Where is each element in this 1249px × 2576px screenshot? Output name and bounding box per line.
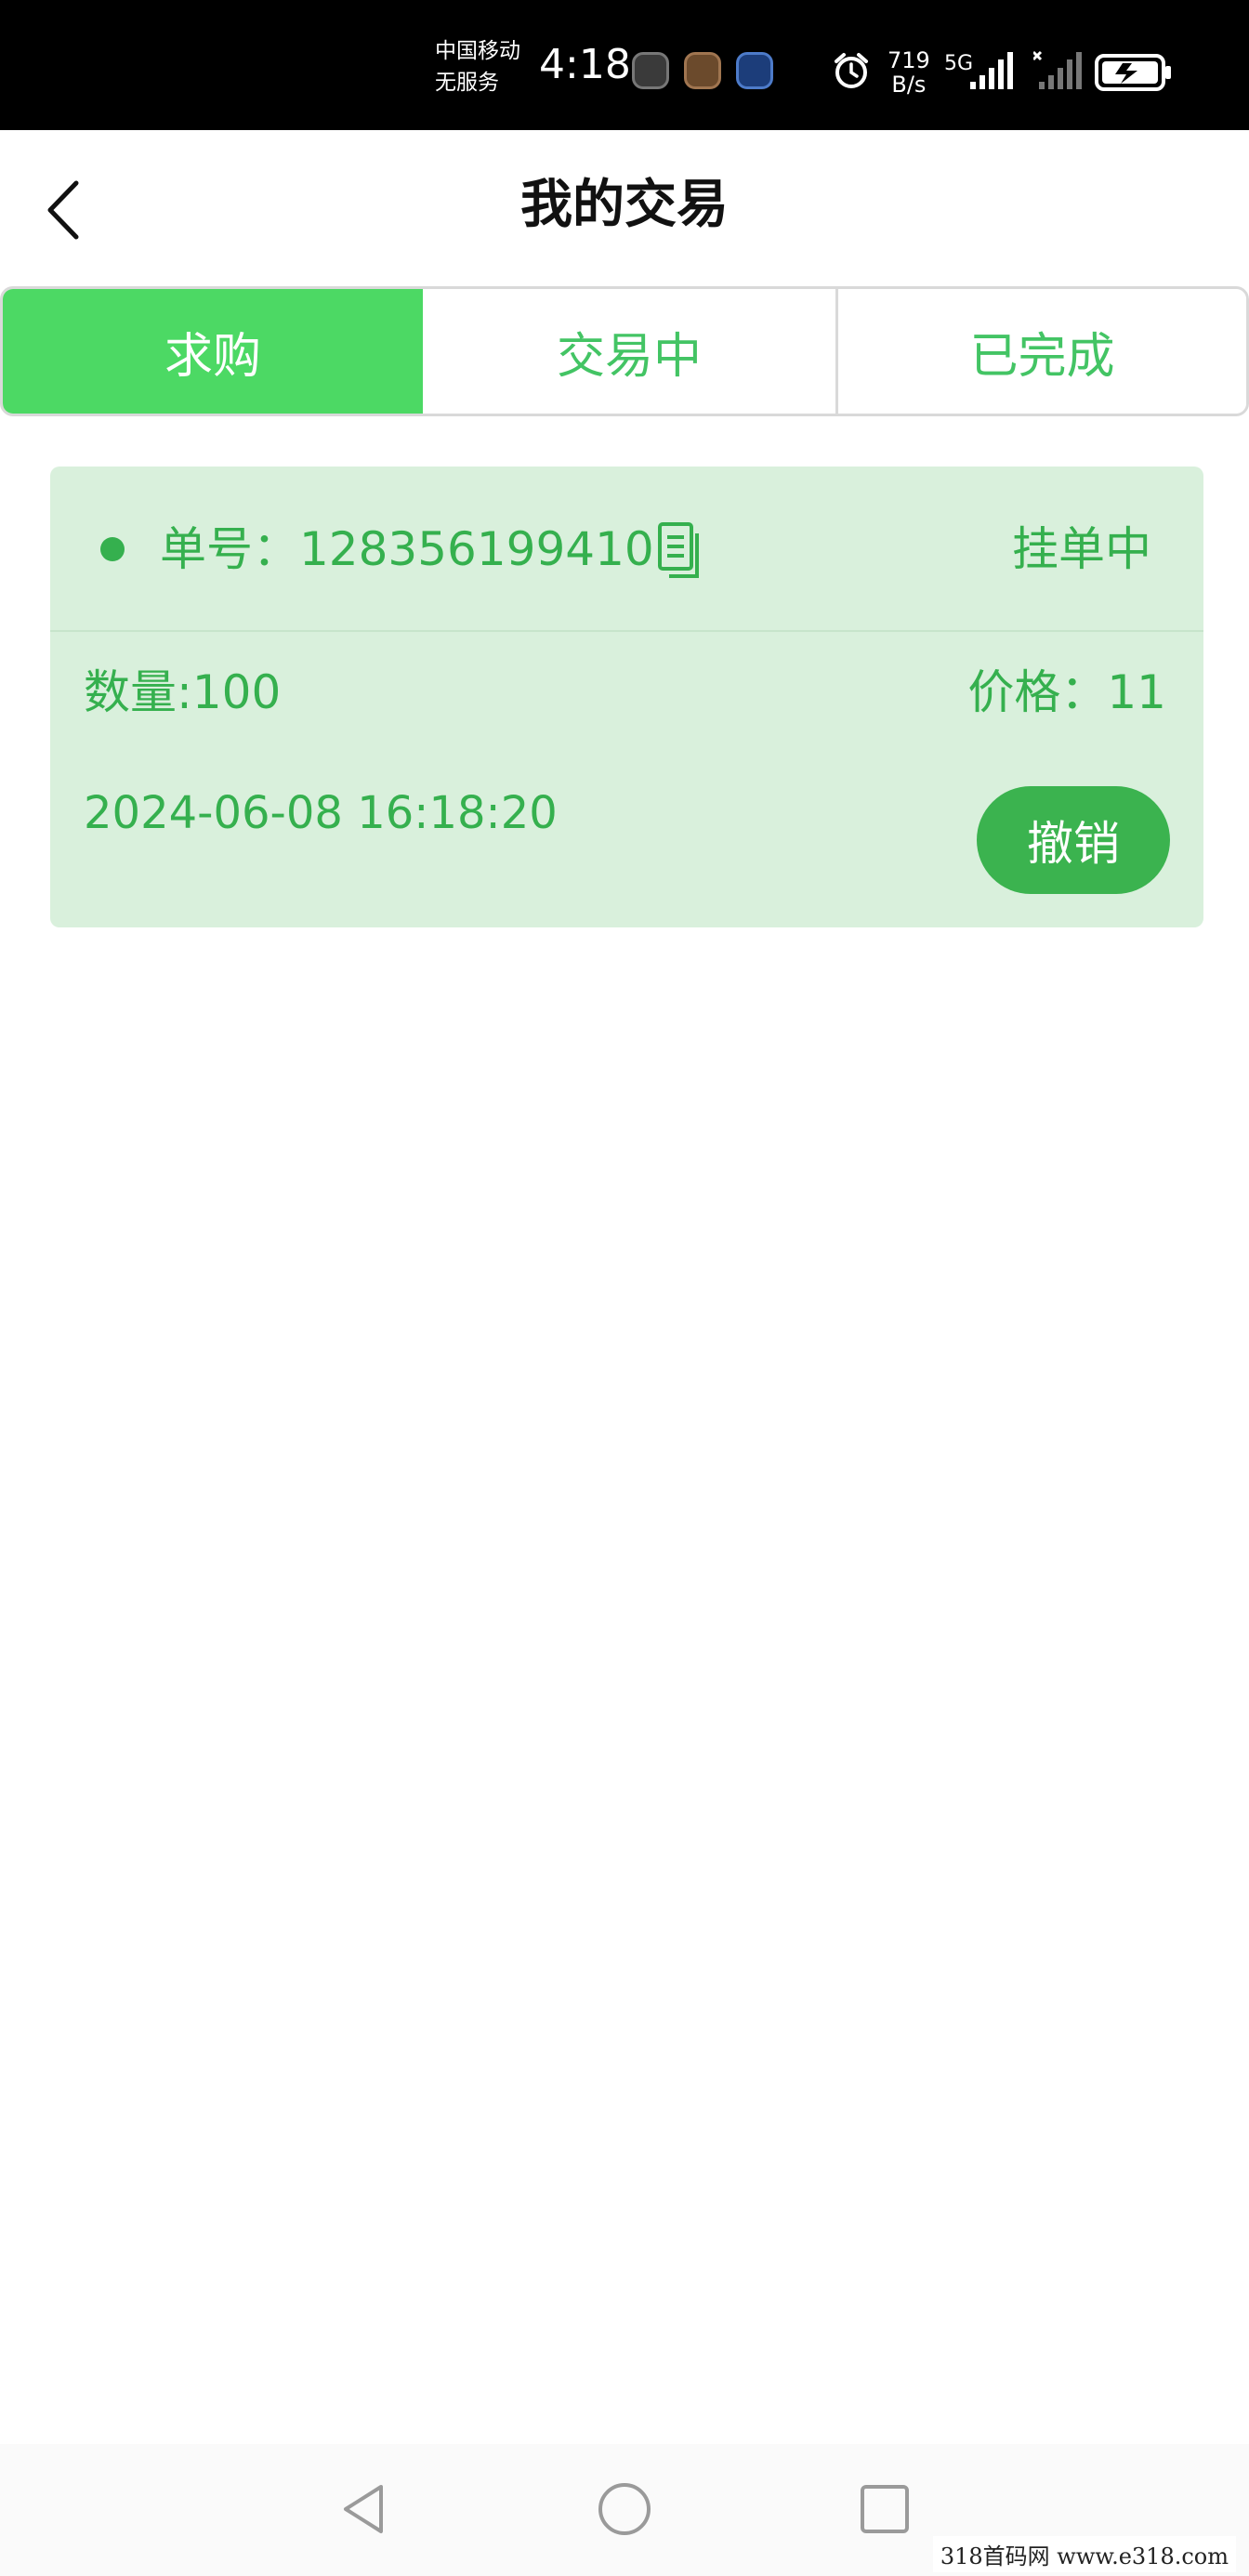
order-status: 挂单中 [1012,522,1151,576]
nav-recent-apps-icon[interactable] [855,2479,914,2539]
signal-icon [970,52,1013,89]
carrier-service: 无服务 [435,71,499,95]
status-dot [100,537,125,561]
watermark: 318首码网 www.e318.com [932,2536,1236,2572]
status-bar: 中国移动 无服务 4:18 719 B/s 5G [0,0,1249,130]
tab-buy-request[interactable]: 求购 [3,289,423,414]
carrier-name: 中国移动 [435,39,520,63]
notification-app-icon [684,52,721,89]
order-price: 价格：11 [967,665,1166,719]
system-nav-bar: 318首码网 www.e318.com [0,2444,1249,2576]
alarm-icon [835,53,868,88]
trade-tabs: 求购 交易中 已完成 [0,286,1249,416]
nav-back-icon[interactable] [335,2479,394,2539]
carrier-info: 中国移动 无服务 [435,35,520,99]
battery-icon [1095,54,1171,91]
order-quantity: 数量:100 [84,665,282,719]
network-speed-value: 719 [887,47,930,73]
tab-completed[interactable]: 已完成 [838,289,1246,414]
cancel-order-button[interactable]: 撤销 [977,786,1170,894]
app-header: 我的交易 [0,130,1249,286]
network-speed-unit: B/s [891,72,927,98]
network-speed: 719 B/s [887,48,930,97]
order-card: 单号：128356199410 挂单中 数量:100 价格：11 2024-06… [50,467,1203,927]
tab-in-progress[interactable]: 交易中 [423,289,838,414]
notification-app-icon [632,52,669,89]
nav-home-icon[interactable] [595,2479,654,2539]
order-number: 单号：128356199410 [160,522,654,576]
notification-app-icon [736,52,773,89]
copy-icon[interactable] [656,520,704,580]
order-card-header: 单号：128356199410 挂单中 [50,467,1203,632]
signal-no-service-icon [1033,50,1082,89]
status-time: 4:18 [539,41,631,88]
page-title: 我的交易 [520,175,729,235]
order-datetime: 2024-06-08 16:18:20 [84,787,558,839]
